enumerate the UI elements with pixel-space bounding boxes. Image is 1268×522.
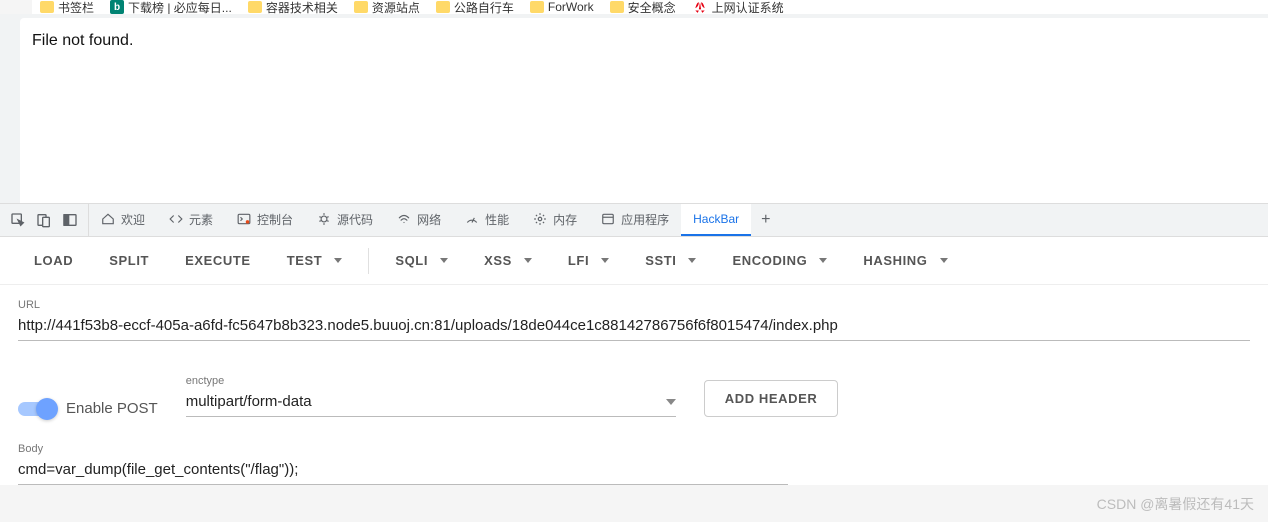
- device-icon[interactable]: [36, 212, 52, 228]
- chevron-down-icon: [666, 399, 676, 405]
- huawei-icon: [692, 0, 708, 14]
- enctype-select-wrap: enctype multipart/form-data: [186, 375, 676, 417]
- console-icon: [237, 212, 251, 226]
- url-field-wrap: URL: [18, 299, 1250, 341]
- page-content: File not found.: [20, 18, 1268, 203]
- tab-network[interactable]: 网络: [385, 204, 453, 236]
- body-input[interactable]: [18, 457, 788, 485]
- ssti-dropdown[interactable]: SSTI: [629, 245, 712, 276]
- folder-icon: [610, 1, 624, 13]
- chevron-down-icon: [334, 258, 342, 263]
- body-label: Body: [18, 443, 788, 455]
- bing-icon: b: [110, 0, 124, 14]
- chevron-down-icon: [688, 258, 696, 263]
- xss-dropdown[interactable]: XSS: [468, 245, 548, 276]
- execute-button[interactable]: EXECUTE: [169, 245, 267, 276]
- folder-icon: [530, 1, 544, 13]
- folder-icon: [248, 1, 262, 13]
- enable-post-toggle[interactable]: [18, 402, 56, 416]
- body-field-wrap: Body: [18, 443, 788, 485]
- tab-console[interactable]: 控制台: [225, 204, 305, 236]
- chevron-down-icon: [524, 258, 532, 263]
- file-not-found-text: File not found.: [32, 32, 133, 49]
- encoding-dropdown[interactable]: ENCODING: [716, 245, 843, 276]
- bookmark-item[interactable]: ForWork: [530, 0, 594, 14]
- chevron-down-icon: [940, 258, 948, 263]
- chevron-down-icon: [819, 258, 827, 263]
- inspect-icon[interactable]: [10, 212, 26, 228]
- tab-performance[interactable]: 性能: [453, 204, 521, 236]
- bookmark-item[interactable]: 书签栏: [40, 0, 94, 14]
- enable-post-label: Enable POST: [66, 400, 158, 417]
- divider: [368, 248, 369, 274]
- bookmark-item[interactable]: 资源站点: [354, 0, 420, 14]
- bookmark-item[interactable]: 安全概念: [610, 0, 676, 14]
- wifi-icon: [397, 212, 411, 226]
- chevron-down-icon: [601, 258, 609, 263]
- enctype-label: enctype: [186, 375, 676, 387]
- code-icon: [169, 212, 183, 226]
- enctype-value: multipart/form-data: [186, 393, 312, 410]
- folder-icon: [436, 1, 450, 13]
- folder-icon: [40, 1, 54, 13]
- hackbar-toolbar: LOAD SPLIT EXECUTE TEST SQLI XSS LFI SST…: [0, 237, 1268, 285]
- tab-hackbar[interactable]: HackBar: [681, 204, 751, 236]
- bookmark-item[interactable]: b下载榜 | 必应每日...: [110, 0, 232, 14]
- enable-post-toggle-wrap: Enable POST: [18, 400, 158, 417]
- url-label: URL: [18, 299, 1250, 311]
- app-icon: [601, 212, 615, 226]
- dock-icon[interactable]: [62, 212, 78, 228]
- home-icon: [101, 212, 115, 226]
- devtools-left-controls: [0, 204, 89, 236]
- speed-icon: [465, 212, 479, 226]
- chevron-down-icon: [440, 258, 448, 263]
- devtools-tabs: 欢迎 元素 控制台 源代码 网络 性能 内存 应用程序 HackBar +: [89, 204, 780, 236]
- post-row: Enable POST enctype multipart/form-data …: [18, 375, 1250, 417]
- gear-icon: [533, 212, 547, 226]
- content-wrapper: File not found.: [0, 14, 1268, 203]
- add-tab-button[interactable]: +: [751, 211, 780, 229]
- bookmarks-bar: 书签栏 b下载榜 | 必应每日... 容器技术相关 资源站点 公路自行车 For…: [32, 0, 1268, 14]
- enctype-select[interactable]: multipart/form-data: [186, 389, 676, 417]
- tab-sources[interactable]: 源代码: [305, 204, 385, 236]
- url-input[interactable]: [18, 313, 1250, 341]
- test-dropdown[interactable]: TEST: [271, 245, 359, 276]
- bookmark-item[interactable]: 上网认证系统: [692, 0, 784, 14]
- bookmark-item[interactable]: 公路自行车: [436, 0, 514, 14]
- tab-welcome[interactable]: 欢迎: [89, 204, 157, 236]
- folder-icon: [354, 1, 368, 13]
- bookmark-item[interactable]: 容器技术相关: [248, 0, 338, 14]
- hackbar-body: URL Enable POST enctype multipart/form-d…: [0, 285, 1268, 485]
- tab-application[interactable]: 应用程序: [589, 204, 681, 236]
- split-button[interactable]: SPLIT: [93, 245, 165, 276]
- watermark: CSDN @离暑假还有41天: [1097, 494, 1254, 514]
- tab-elements[interactable]: 元素: [157, 204, 225, 236]
- sqli-dropdown[interactable]: SQLI: [379, 245, 464, 276]
- hashing-dropdown[interactable]: HASHING: [847, 245, 963, 276]
- tab-memory[interactable]: 内存: [521, 204, 589, 236]
- devtools-bar: 欢迎 元素 控制台 源代码 网络 性能 内存 应用程序 HackBar +: [0, 203, 1268, 237]
- add-header-button[interactable]: ADD HEADER: [704, 380, 839, 417]
- bug-icon: [317, 212, 331, 226]
- lfi-dropdown[interactable]: LFI: [552, 245, 625, 276]
- load-button[interactable]: LOAD: [18, 245, 89, 276]
